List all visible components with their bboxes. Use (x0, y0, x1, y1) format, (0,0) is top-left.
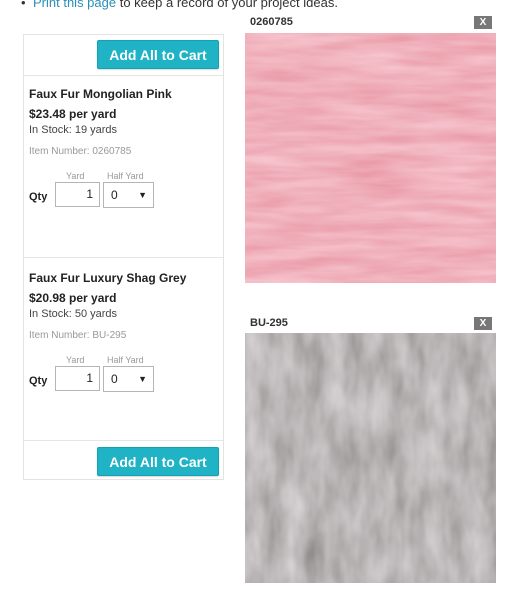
half-yard-label: Half Yard (107, 171, 144, 181)
caret-down-icon: ▼ (138, 374, 147, 384)
item-price: $20.98 per yard (29, 291, 117, 305)
caret-down-icon: ▼ (138, 190, 147, 200)
yard-quantity-input[interactable]: 1 (55, 182, 100, 207)
item-name: Faux Fur Mongolian Pink (29, 87, 172, 101)
add-all-to-cart-button-top[interactable]: Add All to Cart (97, 40, 219, 69)
swatch-image-grey (245, 333, 496, 583)
item-stock: In Stock: 19 yards (29, 124, 118, 136)
item-number: Item Number: BU-295 (29, 330, 127, 341)
half-yard-value: 0 (111, 188, 118, 202)
swatch-code: 0260785 (250, 16, 293, 28)
divider (24, 257, 223, 258)
bullet-icon: • (21, 0, 26, 10)
divider (24, 75, 223, 76)
close-swatch-button[interactable]: X (474, 16, 492, 29)
half-yard-value: 0 (111, 372, 118, 386)
item-stock: In Stock: 50 yards (29, 308, 118, 320)
item-price: $23.48 per yard (29, 107, 117, 121)
yard-quantity-input[interactable]: 1 (55, 366, 100, 391)
qty-label: Qty (29, 191, 48, 203)
item-name: Faux Fur Luxury Shag Grey (29, 271, 187, 285)
add-all-to-cart-button-bottom[interactable]: Add All to Cart (97, 447, 219, 476)
swatch-image-pink (245, 33, 496, 283)
print-note-text: to keep a record of your project ideas. (116, 0, 338, 10)
half-yard-label: Half Yard (107, 355, 144, 365)
half-yard-select[interactable]: 0 ▼ (103, 182, 154, 208)
item-number: Item Number: 0260785 (29, 146, 132, 157)
qty-label: Qty (29, 375, 48, 387)
half-yard-select[interactable]: 0 ▼ (103, 366, 154, 392)
divider (24, 440, 223, 441)
yard-label: Yard (66, 171, 85, 181)
swatch-code: BU-295 (250, 317, 288, 329)
close-swatch-button[interactable]: X (474, 317, 492, 330)
print-note: • Print this page to keep a record of yo… (21, 0, 338, 10)
yard-label: Yard (66, 355, 85, 365)
print-page-link[interactable]: Print this page (33, 0, 116, 10)
cart-panel: Add All to Cart Faux Fur Mongolian Pink … (23, 34, 224, 480)
